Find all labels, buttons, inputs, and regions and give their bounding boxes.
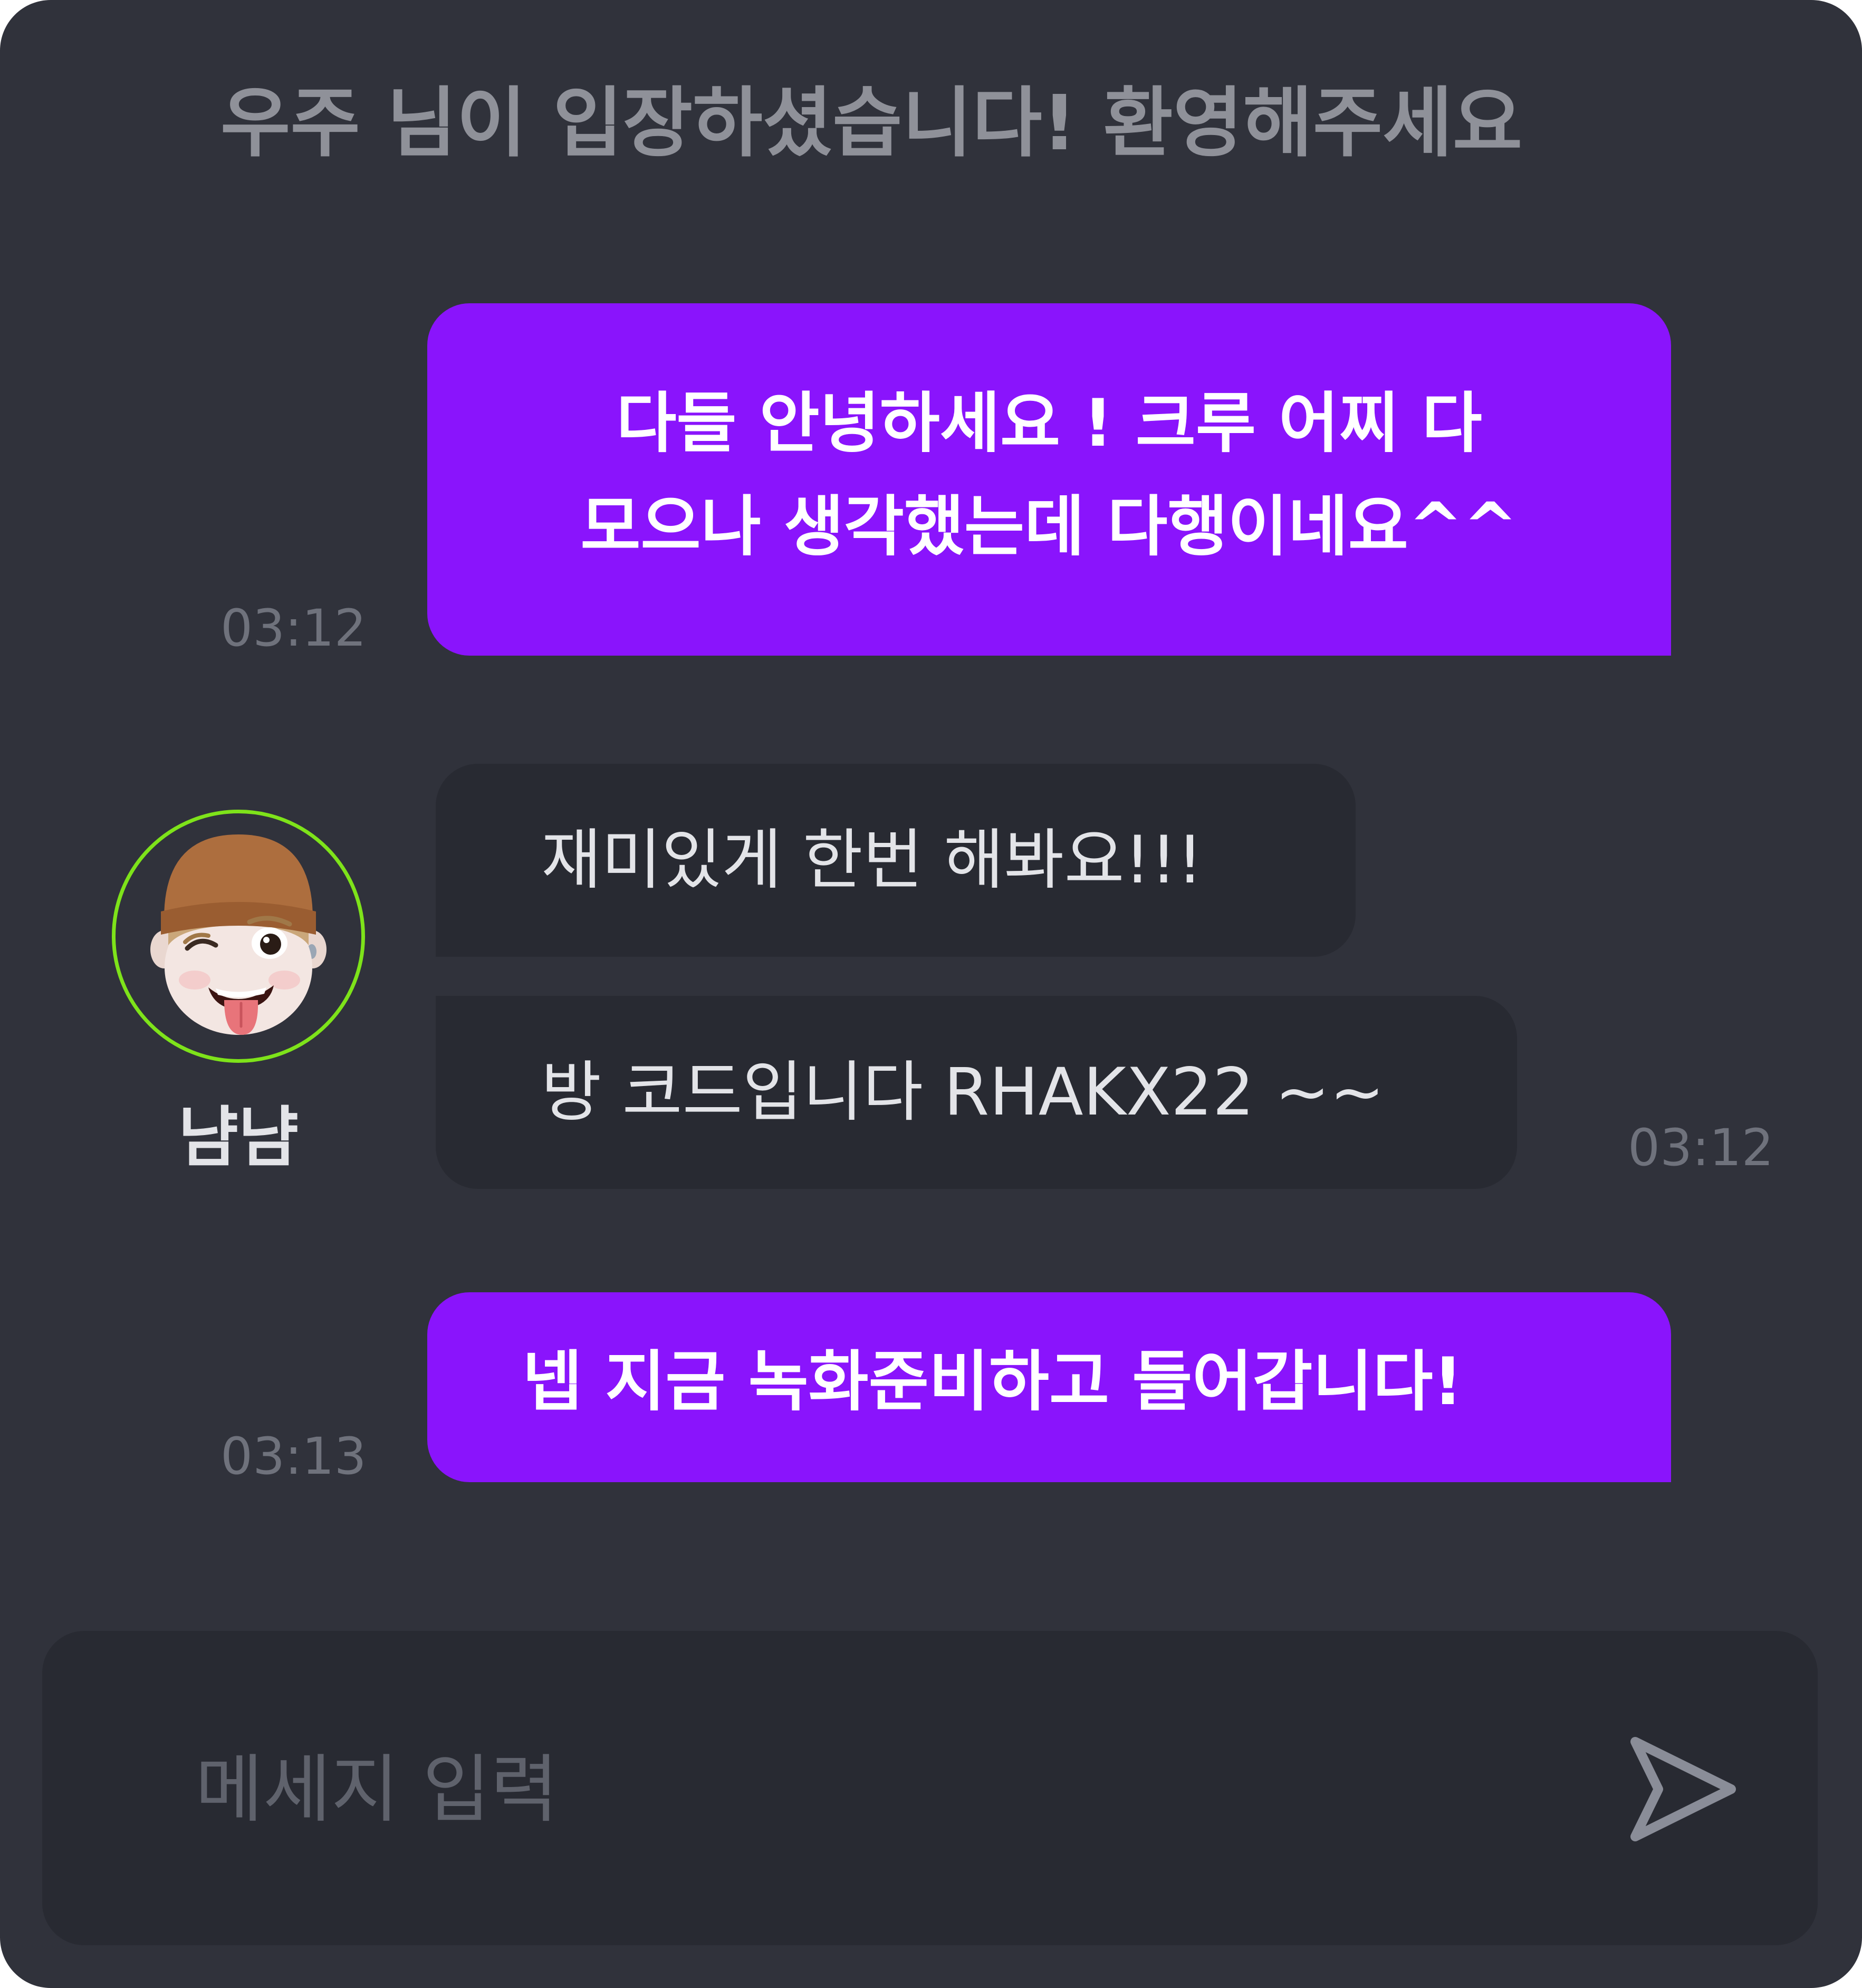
message-text: 재미있게 한번 해봐요!!! <box>541 822 1203 898</box>
my-message-bubble[interactable]: 넵 지금 녹화준비하고 들어갑니다! <box>427 1292 1671 1482</box>
system-entry-notice: 우주 님이 입장하셨습니다! 환영해주세요 <box>220 79 1523 167</box>
their-message-bubble[interactable]: 방 코드입니다 RHAKX22 ~~ <box>436 996 1517 1189</box>
avatar[interactable] <box>112 810 365 1063</box>
message-text: 넵 지금 녹화준비하고 들어갑니다! <box>522 1344 1463 1420</box>
their-message-bubble[interactable]: 재미있게 한번 해봐요!!! <box>436 764 1356 957</box>
message-text: 방 코드입니다 RHAKX22 ~~ <box>541 1054 1385 1130</box>
sender-name: 냠냠 <box>178 1100 299 1176</box>
message-timestamp: 03:13 <box>220 1427 367 1486</box>
message-input[interactable] <box>194 1731 1568 1848</box>
message-composer <box>42 1631 1818 1945</box>
chat-panel: 우주 님이 입장하셨습니다! 환영해주세요 03:12 다들 안녕하세요 ! 크… <box>0 0 1862 1988</box>
send-button[interactable] <box>1614 1721 1751 1858</box>
message-timestamp: 03:12 <box>220 599 367 658</box>
message-text: 다들 안녕하세요 ! 크루 어찌 다 모으나 생각했는데 다행이네요^^ <box>580 386 1518 565</box>
memoji-avatar-icon <box>150 834 327 1035</box>
my-message-bubble[interactable]: 다들 안녕하세요 ! 크루 어찌 다 모으나 생각했는데 다행이네요^^ <box>427 303 1671 656</box>
message-timestamp: 03:12 <box>1628 1118 1774 1177</box>
send-icon <box>1630 1737 1736 1841</box>
